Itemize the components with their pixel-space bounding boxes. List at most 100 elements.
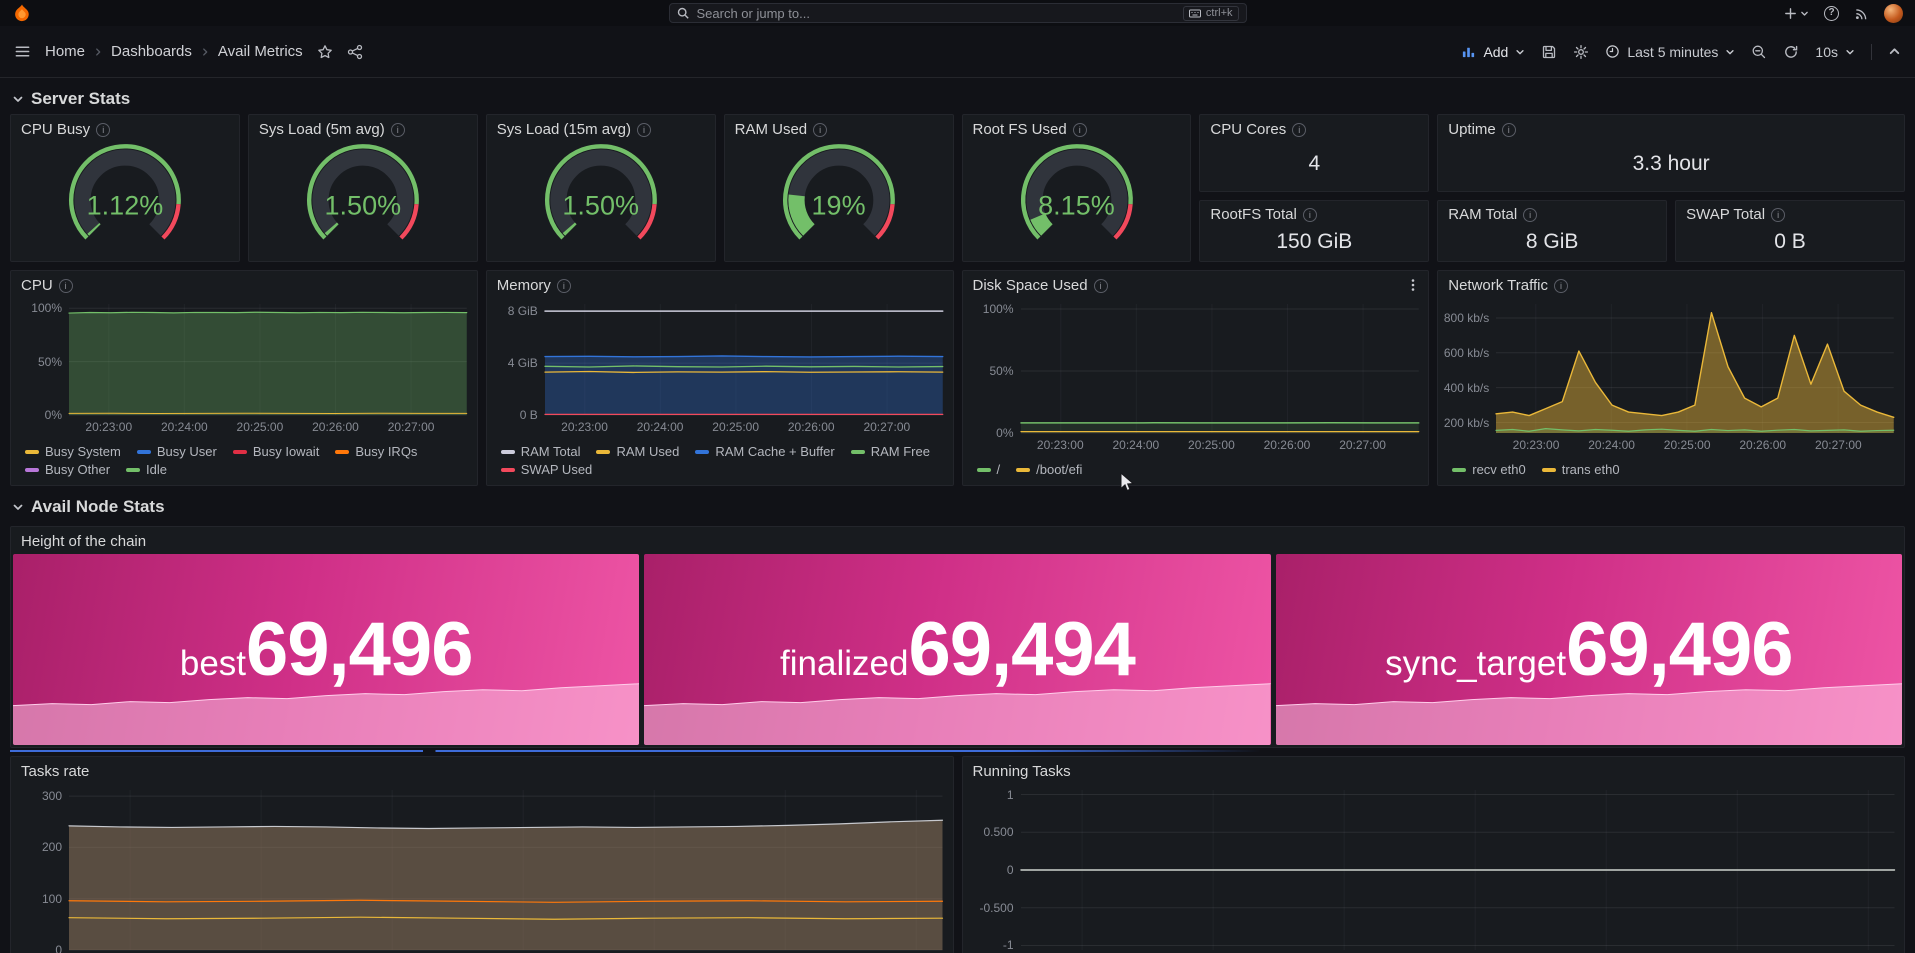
panel-title[interactable]: Network Traffic [1448,277,1548,294]
help-icon[interactable]: ? [1824,6,1839,21]
legend-item[interactable]: /boot/efi [1016,462,1082,477]
add-button[interactable]: Add [1461,44,1525,60]
chain-stat-sync-target[interactable]: sync_target69,496 [1276,554,1902,745]
breadcrumb-home[interactable]: Home [45,43,85,60]
y-axis-label: 300 [42,789,62,803]
info-icon[interactable]: i [1094,279,1108,293]
y-axis-label: 0 [55,943,62,953]
info-icon[interactable]: i [96,123,110,137]
legend-item[interactable]: Busy Iowait [233,444,319,459]
tasks-rate-chart[interactable]: 3002001000 [11,782,953,953]
info-icon[interactable]: i [557,279,571,293]
section-server-stats[interactable]: Server Stats [10,84,1905,114]
plot-area[interactable]: 20:23:0020:24:0020:25:0020:26:0020:27:00… [1496,304,1894,433]
info-icon[interactable]: i [637,123,651,137]
legend-item[interactable]: Busy Other [25,462,110,477]
legend-swatch [501,450,515,454]
legend-swatch [25,468,39,472]
info-icon[interactable]: i [1502,123,1516,137]
legend-label: SWAP Used [521,462,593,477]
info-icon[interactable]: i [1771,208,1785,222]
info-icon[interactable]: i [1523,208,1537,222]
panel-title[interactable]: Sys Load (15m avg) [497,121,631,138]
legend-item[interactable]: trans eth0 [1542,462,1620,477]
memory-chart[interactable]: 20:23:0020:24:0020:25:0020:26:0020:27:00… [487,296,953,441]
panel-running-tasks: Running Tasks 10.5000-0.500-1 [962,756,1906,953]
chevron-up-icon[interactable] [1888,45,1901,58]
cpu-chart[interactable]: 20:23:0020:24:0020:25:0020:26:0020:27:00… [11,296,477,441]
new-menu-button[interactable] [1783,6,1809,21]
plot-area[interactable]: 3002001000 [69,790,943,950]
news-icon[interactable] [1854,6,1869,21]
legend-item[interactable]: Busy User [137,444,217,459]
legend-item[interactable]: RAM Used [596,444,679,459]
legend-item[interactable]: RAM Free [851,444,930,459]
panel-title[interactable]: CPU [21,277,53,294]
running-tasks-chart[interactable]: 10.5000-0.500-1 [963,782,1905,953]
refresh-icon[interactable] [1783,44,1799,60]
legend-item[interactable]: Idle [126,462,167,477]
info-icon[interactable]: i [1292,123,1306,137]
avatar[interactable] [1884,4,1903,23]
info-icon[interactable]: i [391,123,405,137]
panel-disk-space: Disk Space Used i 20:23:0020:24:0020:25:0… [962,270,1430,486]
grafana-logo[interactable] [12,3,32,23]
time-range-picker[interactable]: Last 5 minutes [1605,44,1735,60]
panel-title[interactable]: RAM Used [735,121,808,138]
legend-item[interactable]: RAM Total [501,444,581,459]
info-icon[interactable]: i [813,123,827,137]
info-icon[interactable]: i [1303,208,1317,222]
y-axis-label: 600 kb/s [1444,346,1489,360]
chart-svg [1021,304,1419,433]
star-icon[interactable] [317,44,333,60]
panel-title[interactable]: Tasks rate [21,763,89,780]
gear-icon[interactable] [1573,44,1589,60]
menu-icon[interactable] [14,43,31,60]
panel-title[interactable]: Disk Space Used [973,277,1088,294]
plot-area[interactable]: 10.5000-0.500-1 [1021,790,1895,950]
panel-title[interactable]: Sys Load (5m avg) [259,121,385,138]
legend-item[interactable]: recv eth0 [1452,462,1525,477]
panel-title[interactable]: RAM Total [1448,206,1517,223]
section-avail-node-stats[interactable]: Avail Node Stats [10,492,1905,522]
search-input[interactable]: Search or jump to... ctrl+k [669,3,1247,23]
legend-item[interactable]: Busy System [25,444,121,459]
y-axis-label: 100% [31,301,62,315]
panel-title[interactable]: Uptime [1448,121,1496,138]
panel-title[interactable]: CPU Cores [1210,121,1286,138]
breadcrumb-current: Avail Metrics [218,43,303,60]
plot-area[interactable]: 20:23:0020:24:0020:25:0020:26:0020:27:00… [69,304,467,415]
chain-stat-best[interactable]: best69,496 [13,554,639,745]
info-icon[interactable]: i [1073,123,1087,137]
info-icon[interactable]: i [59,279,73,293]
panel-title[interactable]: Running Tasks [973,763,1071,780]
refresh-interval-picker[interactable]: 10s [1815,44,1855,60]
legend-item[interactable]: Busy IRQs [335,444,417,459]
x-axis-label: 20:25:00 [712,420,759,434]
panel-title[interactable]: Memory [497,277,551,294]
legend-item[interactable]: RAM Cache + Buffer [695,444,834,459]
row-timeseries: CPU i 20:23:0020:24:0020:25:0020:26:0020:… [10,270,1905,486]
panel-title[interactable]: RootFS Total [1210,206,1296,223]
plot-area[interactable]: 20:23:0020:24:0020:25:0020:26:0020:27:00… [545,304,943,415]
zoom-out-icon[interactable] [1751,44,1767,60]
info-icon[interactable]: i [1554,279,1568,293]
panel-title[interactable]: Root FS Used [973,121,1067,138]
panel-title[interactable]: CPU Busy [21,121,90,138]
panel-menu-icon[interactable] [1406,278,1420,292]
panel-title[interactable]: SWAP Total [1686,206,1765,223]
panel-title[interactable]: Height of the chain [21,533,146,550]
y-axis-label: 0 [1007,863,1014,877]
plot-area[interactable]: 20:23:0020:24:0020:25:0020:26:0020:27:00… [1021,304,1419,433]
save-icon[interactable] [1541,44,1557,60]
legend-item[interactable]: SWAP Used [501,462,593,477]
chevron-down-icon [1845,47,1855,57]
search-placeholder: Search or jump to... [697,6,810,21]
panel-swap-total: SWAP Totali 0 B [1675,200,1905,262]
share-icon[interactable] [347,44,363,60]
network-chart[interactable]: 20:23:0020:24:0020:25:0020:26:0020:27:00… [1438,296,1904,459]
chain-stat-finalized[interactable]: finalized69,494 [644,554,1270,745]
disk-chart[interactable]: 20:23:0020:24:0020:25:0020:26:0020:27:00… [963,296,1429,459]
breadcrumb-dashboards[interactable]: Dashboards [111,43,192,60]
legend-item[interactable]: / [977,462,1001,477]
